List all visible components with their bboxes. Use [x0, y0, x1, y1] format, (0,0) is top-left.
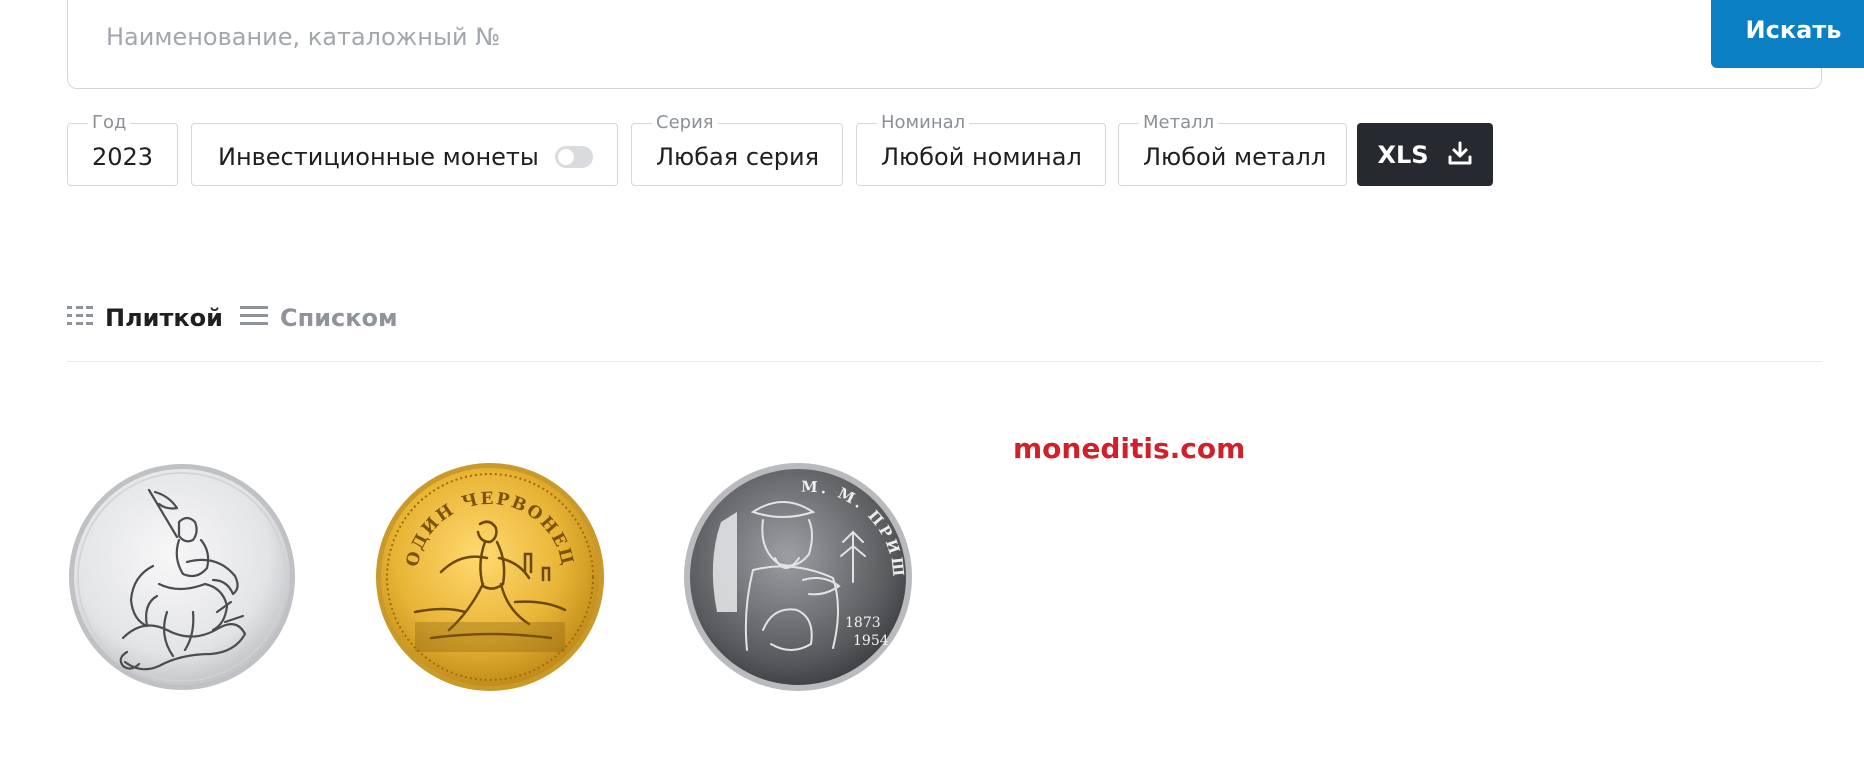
year-filter[interactable]: Год 2023: [67, 113, 178, 186]
download-icon: [1447, 140, 1473, 169]
year-filter-label: Год: [88, 113, 131, 133]
series-filter[interactable]: Серия Любая серия: [631, 113, 843, 186]
coin-image-george: [69, 464, 295, 690]
coin-image-chervonets: ОДИН ЧЕРВОНЕЦ: [376, 463, 604, 691]
coin-card-chervonets[interactable]: ОДИН ЧЕРВОНЕЦ: [375, 462, 605, 692]
series-filter-value: Любая серия: [656, 143, 820, 171]
metal-filter-value: Любой металл: [1143, 143, 1327, 171]
watermark: moneditis.com: [1013, 432, 1246, 465]
xls-export-label: XLS: [1377, 140, 1429, 169]
search-button[interactable]: Искать: [1711, 0, 1864, 68]
denomination-filter[interactable]: Номинал Любой номинал: [856, 113, 1106, 186]
view-tile-label: Плиткой: [105, 304, 223, 332]
metal-filter-label: Металл: [1139, 113, 1219, 133]
series-filter-label: Серия: [652, 113, 718, 133]
search-input[interactable]: [106, 17, 1606, 57]
svg-text:1954: 1954: [853, 633, 889, 649]
toggle-knob: [558, 149, 574, 165]
metal-filter[interactable]: Металл Любой металл: [1118, 113, 1347, 186]
view-tile-button[interactable]: Плиткой: [67, 300, 223, 336]
xls-export-button[interactable]: XLS: [1357, 123, 1493, 186]
year-filter-value: 2023: [92, 143, 154, 171]
list-icon: [240, 305, 268, 331]
investment-coins-filter[interactable]: Инвестиционные монеты: [191, 123, 618, 186]
view-list-label: Списком: [280, 304, 398, 332]
divider: [67, 361, 1822, 362]
coin-card-george[interactable]: [67, 462, 297, 692]
coin-card-prishvin[interactable]: М. М. ПРИШВИН 1873 1954: [683, 462, 913, 692]
grid-icon: [67, 305, 93, 331]
investment-coins-toggle[interactable]: [555, 146, 593, 168]
investment-coins-label: Инвестиционные монеты: [218, 143, 539, 171]
denomination-filter-label: Номинал: [877, 113, 970, 133]
denomination-filter-value: Любой номинал: [881, 143, 1082, 171]
search-box: Искать: [67, 0, 1864, 89]
view-list-button[interactable]: Списком: [240, 300, 398, 336]
svg-text:1873: 1873: [845, 615, 881, 631]
coin-image-prishvin: М. М. ПРИШВИН 1873 1954: [683, 462, 912, 691]
